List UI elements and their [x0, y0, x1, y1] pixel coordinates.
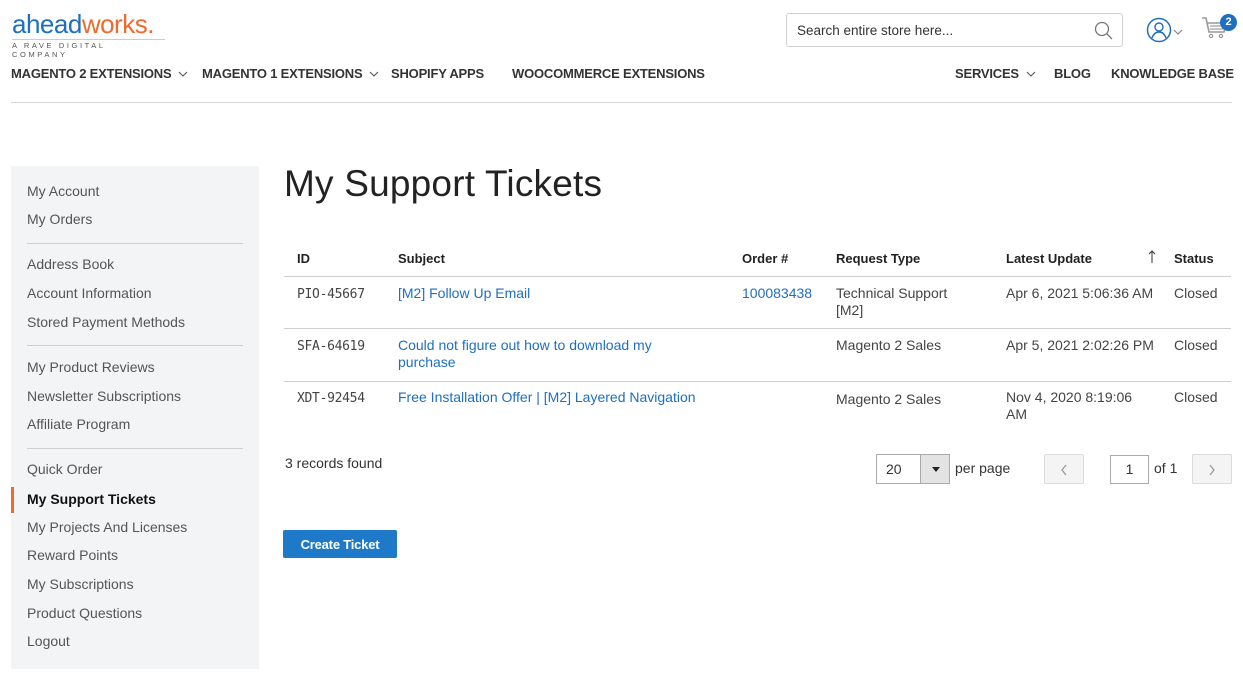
caret-down-icon[interactable] — [920, 455, 949, 483]
per-page-select[interactable]: 20 — [876, 454, 950, 484]
latest-update: Apr 5, 2021 2:02:26 PM — [1006, 337, 1154, 353]
chevron-left-icon — [1061, 464, 1067, 476]
latest-update: Apr 6, 2021 5:06:36 AM — [1006, 285, 1154, 301]
ticket-status: Closed — [1174, 389, 1218, 405]
column-header-order[interactable]: Order # — [742, 251, 788, 266]
logo[interactable]: aheadworks. A RAVE DIGITAL COMPANY — [12, 10, 165, 59]
sidebar-item-stored-payment-methods[interactable]: Stored Payment Methods — [27, 314, 185, 330]
sort-arrow-up-icon[interactable] — [1148, 250, 1156, 267]
nav-label: MAGENTO 2 EXTENSIONS — [11, 66, 172, 81]
search-icon[interactable] — [1094, 21, 1114, 46]
column-header-id[interactable]: ID — [297, 251, 310, 266]
row-divider — [284, 328, 1231, 329]
ticket-subject-link[interactable]: Free Installation Offer | [M2] Layered N… — [398, 389, 728, 406]
nav-divider — [11, 102, 1232, 103]
sidebar-item-logout[interactable]: Logout — [27, 633, 70, 649]
ticket-status: Closed — [1174, 285, 1218, 301]
column-header-status[interactable]: Status — [1174, 251, 1214, 266]
request-type: Magento 2 Sales — [836, 337, 942, 353]
sidebar-divider — [27, 345, 243, 346]
sidebar-item-newsletter-subscriptions[interactable]: Newsletter Subscriptions — [27, 388, 181, 404]
sidebar-item-my-support-tickets[interactable]: My Support Tickets — [27, 491, 156, 507]
nav-knowledge-base[interactable]: KNOWLEDGE BASE — [1111, 66, 1234, 81]
main-navigation: MAGENTO 2 EXTENSIONS MAGENTO 1 EXTENSION… — [0, 66, 1243, 88]
page-title: My Support Tickets — [284, 163, 603, 204]
row-divider — [284, 381, 1231, 382]
nav-label: KNOWLEDGE BASE — [1111, 66, 1234, 81]
account-sidebar: My Account My Orders Address Book Accoun… — [11, 166, 259, 669]
nav-woocommerce-extensions[interactable]: WOOCOMMERCE EXTENSIONS — [512, 66, 705, 81]
nav-blog[interactable]: BLOG — [1054, 66, 1091, 81]
previous-page-button[interactable] — [1044, 454, 1084, 484]
chevron-right-icon — [1209, 464, 1215, 476]
latest-update: Nov 4, 2020 8:19:06 AM — [1006, 389, 1133, 422]
sidebar-item-quick-order[interactable]: Quick Order — [27, 461, 102, 477]
logo-text-works: works. — [81, 9, 155, 39]
user-circle-icon[interactable] — [1146, 17, 1172, 48]
nav-label: WOOCOMMERCE EXTENSIONS — [512, 66, 705, 81]
sidebar-divider — [27, 243, 243, 244]
nav-shopify-apps[interactable]: SHOPIFY APPS — [391, 66, 484, 81]
active-indicator — [11, 487, 14, 513]
ticket-status: Closed — [1174, 337, 1218, 353]
logo-text-ahead: ahead — [12, 9, 82, 39]
create-ticket-button[interactable]: Create Ticket — [283, 530, 397, 558]
request-type: Technical Support [M2] — [836, 285, 948, 318]
request-type: Magento 2 Sales — [836, 391, 942, 407]
ticket-id: SFA-64619 — [297, 339, 365, 354]
sidebar-item-my-orders[interactable]: My Orders — [27, 211, 92, 227]
chevron-down-icon — [370, 71, 379, 77]
chevron-down-icon — [179, 71, 188, 77]
column-header-latest-update[interactable]: Latest Update — [1006, 251, 1092, 266]
total-pages-label: of 1 — [1154, 460, 1178, 476]
logo-tagline: A RAVE DIGITAL COMPANY — [12, 39, 165, 59]
sidebar-divider — [27, 448, 243, 449]
sidebar-item-my-product-reviews[interactable]: My Product Reviews — [27, 359, 155, 375]
nav-magento-2-extensions[interactable]: MAGENTO 2 EXTENSIONS — [11, 66, 189, 81]
current-page-input[interactable]: 1 — [1110, 455, 1149, 484]
sidebar-item-my-projects-and-licenses[interactable]: My Projects And Licenses — [27, 519, 187, 535]
sidebar-item-affiliate-program[interactable]: Affiliate Program — [27, 416, 130, 432]
column-header-request-type[interactable]: Request Type — [836, 251, 920, 266]
ticket-id: XDT-92454 — [297, 391, 365, 406]
nav-services[interactable]: SERVICES — [955, 66, 1037, 81]
sidebar-item-account-information[interactable]: Account Information — [27, 285, 152, 301]
table-header-divider — [284, 276, 1231, 277]
ticket-id: PIO-45667 — [297, 287, 365, 302]
search-input[interactable] — [795, 14, 1085, 46]
sidebar-item-address-book[interactable]: Address Book — [27, 256, 114, 272]
nav-label: MAGENTO 1 EXTENSIONS — [202, 66, 363, 81]
ticket-subject-link[interactable]: [M2] Follow Up Email — [398, 285, 728, 302]
sidebar-item-my-subscriptions[interactable]: My Subscriptions — [27, 576, 134, 592]
nav-label: SHOPIFY APPS — [391, 66, 484, 81]
per-page-label: per page — [955, 460, 1011, 476]
sidebar-item-reward-points[interactable]: Reward Points — [27, 547, 118, 563]
nav-label: SERVICES — [955, 66, 1019, 81]
account-chevron-down-icon[interactable] — [1173, 23, 1183, 41]
sidebar-item-product-questions[interactable]: Product Questions — [27, 605, 142, 621]
order-number-link[interactable]: 100083438 — [742, 285, 812, 302]
records-found-count: 3 records found — [285, 455, 383, 471]
sidebar-item-my-account[interactable]: My Account — [27, 183, 99, 199]
nav-label: BLOG — [1054, 66, 1091, 81]
search-box[interactable] — [786, 13, 1123, 47]
column-header-subject[interactable]: Subject — [398, 251, 445, 266]
nav-magento-1-extensions[interactable]: MAGENTO 1 EXTENSIONS — [202, 66, 380, 81]
next-page-button[interactable] — [1192, 454, 1232, 484]
per-page-value: 20 — [886, 461, 902, 477]
ticket-subject-link[interactable]: Could not figure out how to download my … — [398, 337, 698, 371]
chevron-down-icon — [1026, 71, 1036, 77]
cart-count-badge: 2 — [1220, 14, 1237, 31]
